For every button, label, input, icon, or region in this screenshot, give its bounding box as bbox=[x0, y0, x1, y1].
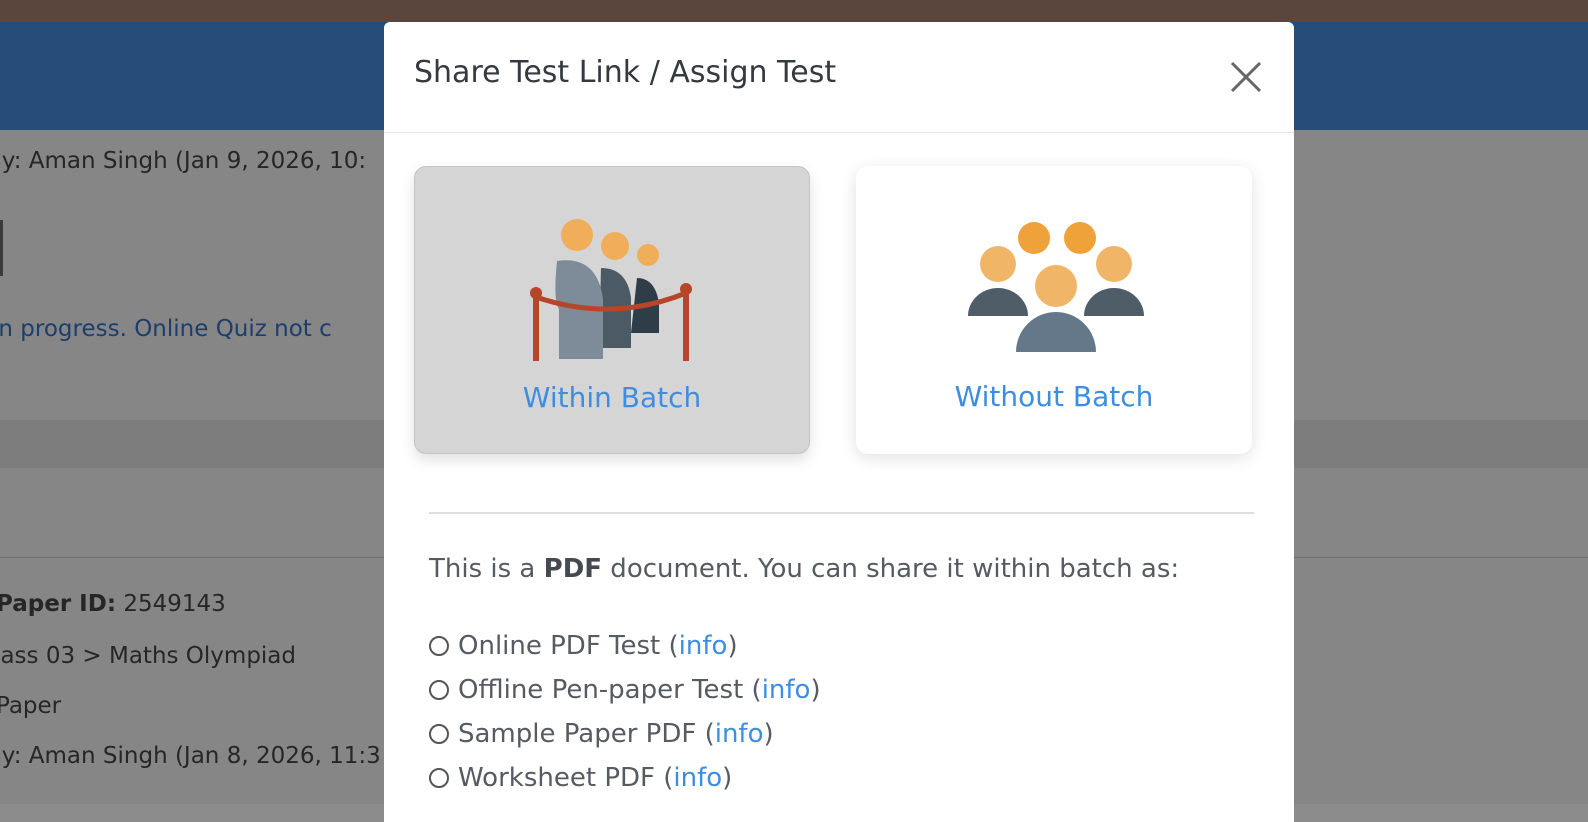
info-link[interactable]: info bbox=[715, 719, 764, 749]
paper-id-label: Paper ID: bbox=[0, 591, 117, 617]
modal-divider bbox=[429, 512, 1254, 514]
within-batch-label: Within Batch bbox=[522, 381, 702, 414]
people-group-icon bbox=[968, 222, 1144, 352]
info-link[interactable]: info bbox=[673, 763, 722, 793]
modal-title: Share Test Link / Assign Test bbox=[414, 55, 837, 90]
share-description: This is a PDF document. You can share it… bbox=[429, 554, 1179, 584]
option-label: Online PDF Test bbox=[458, 631, 661, 661]
without-batch-label: Without Batch bbox=[954, 380, 1154, 413]
info-link[interactable]: info bbox=[679, 631, 728, 661]
option-label: Worksheet PDF bbox=[458, 763, 655, 793]
close-icon bbox=[1230, 61, 1262, 93]
info-link[interactable]: info bbox=[762, 675, 811, 705]
created-by-text-2: By: Aman Singh (Jan 8, 2026, 11:3 bbox=[0, 743, 381, 769]
created-by-text: By: Aman Singh (Jan 9, 2026, 10: bbox=[0, 148, 367, 174]
paper-id-row: Paper ID: 2549143 bbox=[0, 591, 226, 617]
close-button[interactable] bbox=[1226, 57, 1266, 97]
offline-pen-paper-test-radio[interactable] bbox=[429, 680, 449, 700]
worksheet-pdf-radio[interactable] bbox=[429, 768, 449, 788]
progress-link[interactable]: in progress. Online Quiz not c bbox=[0, 316, 332, 342]
paper-type-text: Paper bbox=[0, 693, 62, 719]
group-barrier-icon bbox=[530, 219, 692, 361]
class-path-text: Class 03 > Maths Olympiad bbox=[0, 643, 297, 669]
left-edge-marker bbox=[0, 220, 3, 276]
browser-top-strip bbox=[0, 0, 1588, 24]
option-online-pdf-test[interactable]: Online PDF Test (info) bbox=[429, 624, 821, 668]
option-label: Offline Pen-paper Test bbox=[458, 675, 744, 705]
option-offline-pen-paper-test[interactable]: Offline Pen-paper Test (info) bbox=[429, 668, 821, 712]
modal-header: Share Test Link / Assign Test bbox=[384, 22, 1294, 133]
share-test-modal: Share Test Link / Assign Test Within Bat… bbox=[384, 22, 1294, 822]
option-sample-paper-pdf[interactable]: Sample Paper PDF (info) bbox=[429, 712, 821, 756]
desc-suffix: document. You can share it within batch … bbox=[602, 554, 1180, 584]
paper-id-value: 2549143 bbox=[123, 591, 226, 617]
option-label: Sample Paper PDF bbox=[458, 719, 697, 749]
online-pdf-test-radio[interactable] bbox=[429, 636, 449, 656]
within-batch-card[interactable]: Within Batch bbox=[414, 166, 810, 454]
desc-bold: PDF bbox=[543, 554, 603, 584]
share-options: Online PDF Test (info) Offline Pen-paper… bbox=[429, 624, 821, 800]
option-worksheet-pdf[interactable]: Worksheet PDF (info) bbox=[429, 756, 821, 800]
without-batch-card[interactable]: Without Batch bbox=[856, 166, 1252, 454]
desc-prefix: This is a bbox=[429, 554, 544, 584]
sample-paper-pdf-radio[interactable] bbox=[429, 724, 449, 744]
